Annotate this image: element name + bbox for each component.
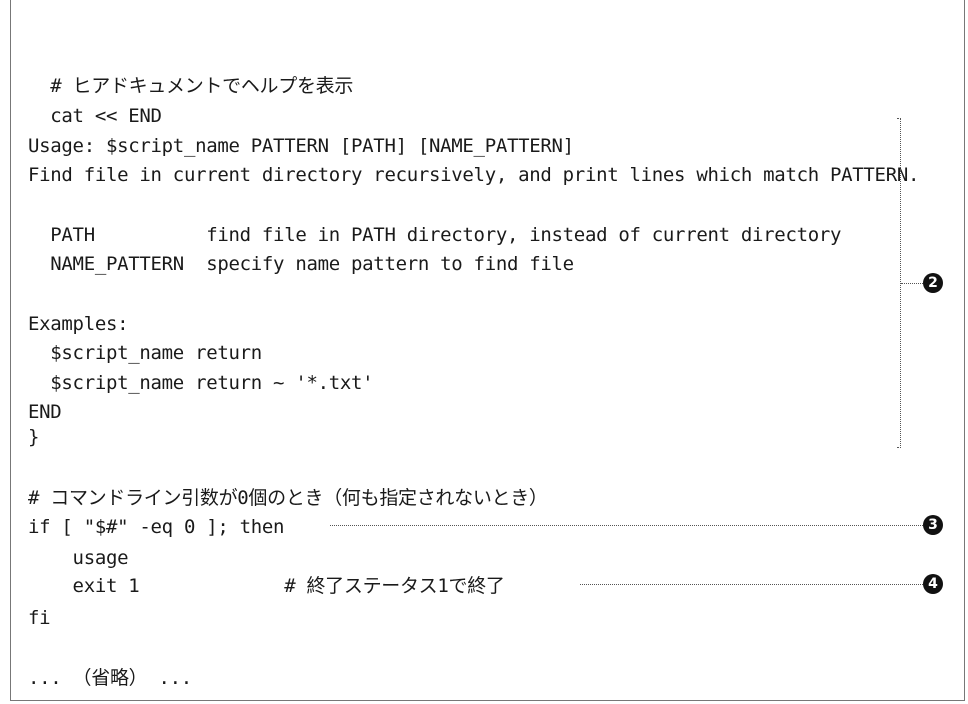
code-line-1: # ヒアドキュメントでヘルプを表示 xyxy=(28,75,354,97)
callout-marker-2: 2 xyxy=(923,273,943,293)
callout-marker-4: 4 xyxy=(923,574,943,594)
code-line-15: # コマンドライン引数が0個のとき（何も指定されないとき） xyxy=(28,487,548,509)
code-line-3: Usage: $script_name PATTERN [PATH] [NAME… xyxy=(28,135,574,157)
code-line-13: } xyxy=(28,426,40,448)
code-line-19: fi xyxy=(28,607,51,629)
code-line-12: END xyxy=(28,401,62,423)
code-line-18: exit 1 # 終了ステータス1で終了 xyxy=(28,575,505,597)
leader-line-4 xyxy=(580,584,923,585)
callout-marker-3: 3 xyxy=(923,515,943,535)
code-line-11: $script_name return ~ '*.txt' xyxy=(28,372,374,394)
leader-line-2 xyxy=(901,283,923,284)
code-line-2: cat << END xyxy=(28,105,162,127)
leader-line-3 xyxy=(330,525,923,526)
code-line-16: if [ "$#" -eq 0 ]; then xyxy=(28,516,285,538)
code-line-4: Find file in current directory recursive… xyxy=(28,164,920,186)
code-line-17: usage xyxy=(28,547,129,569)
code-line-10: $script_name return xyxy=(28,342,262,364)
code-line-7: NAME_PATTERN specify name pattern to fin… xyxy=(28,253,574,275)
code-line-9: Examples: xyxy=(28,313,129,335)
code-line-21: ... （省略） ... xyxy=(28,667,192,689)
code-line-6: PATH find file in PATH directory, instea… xyxy=(28,224,842,246)
